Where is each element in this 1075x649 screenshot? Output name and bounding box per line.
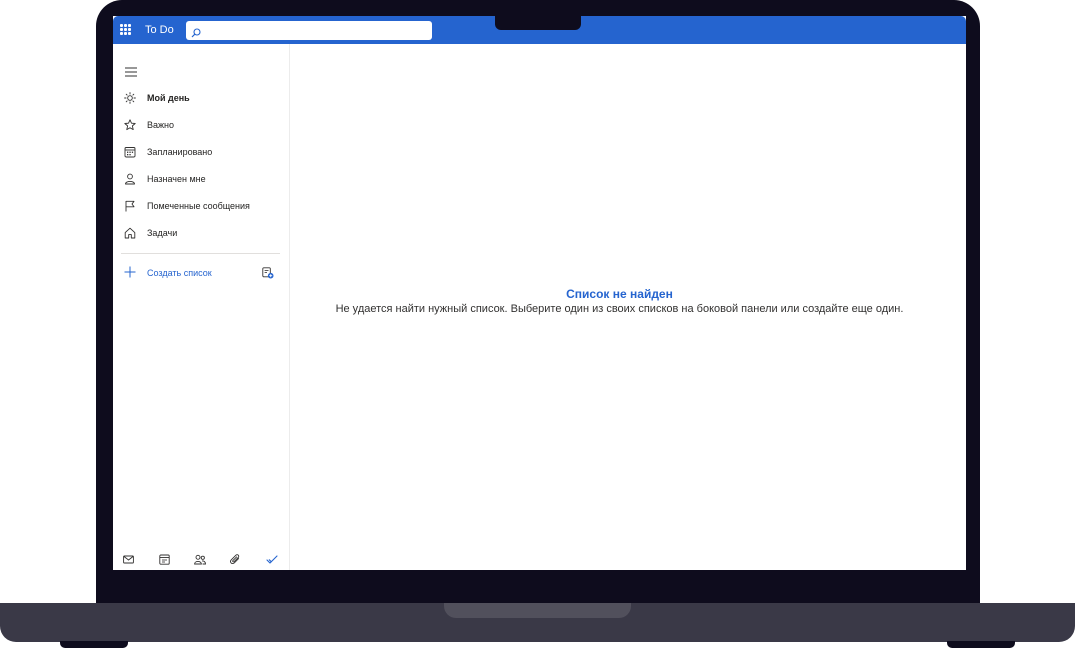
mail-icon[interactable]	[123, 552, 134, 570]
star-icon	[124, 119, 136, 131]
home-icon	[124, 227, 136, 239]
sidebar-divider	[121, 253, 280, 254]
sidebar-item-my-day[interactable]: Мой день	[113, 88, 289, 110]
laptop-base-notch	[444, 603, 631, 618]
sidebar-item-flagged-email[interactable]: Помеченные сообщения	[113, 196, 289, 218]
todo-check-icon[interactable]	[266, 552, 278, 570]
sidebar-item-label: Запланировано	[147, 147, 213, 157]
new-list-label: Создать список	[147, 268, 212, 278]
app-screen: To Do Мой день Важно Запланировано Назна…	[113, 16, 966, 570]
app-switcher-bar	[113, 548, 289, 570]
plus-icon	[124, 266, 136, 278]
new-group-icon[interactable]	[262, 266, 274, 284]
sidebar: Мой день Важно Запланировано Назначен мн…	[113, 44, 290, 570]
main-content: Список не найден Не удается найти нужный…	[290, 44, 966, 570]
sun-icon	[124, 92, 136, 104]
sidebar-item-label: Важно	[147, 120, 175, 130]
empty-state-title: Список не найден	[566, 287, 673, 301]
attachment-icon[interactable]	[230, 552, 241, 570]
laptop-foot-right	[947, 641, 1015, 648]
calendar-icon[interactable]	[159, 552, 170, 570]
sidebar-item-label: Мой день	[147, 93, 190, 103]
new-list-button[interactable]: Создать список	[113, 263, 263, 283]
search-box[interactable]	[186, 21, 432, 40]
sidebar-item-label: Задачи	[147, 228, 178, 238]
sidebar-item-planned[interactable]: Запланировано	[113, 142, 289, 164]
camera-notch	[495, 13, 581, 30]
empty-state-description: Не удается найти нужный список. Выберите…	[335, 303, 904, 315]
person-icon	[125, 173, 135, 185]
sidebar-item-assigned-to-me[interactable]: Назначен мне	[113, 169, 289, 191]
app-title[interactable]: To Do	[145, 24, 174, 36]
menu-toggle-icon[interactable]	[125, 64, 137, 82]
sidebar-item-important[interactable]: Важно	[113, 115, 289, 137]
app-launcher-icon[interactable]	[120, 24, 131, 35]
search-input[interactable]	[206, 23, 426, 38]
sidebar-item-tasks[interactable]: Задачи	[113, 223, 289, 245]
people-icon[interactable]	[194, 552, 206, 570]
sidebar-item-label: Назначен мне	[147, 174, 206, 184]
search-icon	[191, 25, 201, 43]
flag-icon	[125, 200, 135, 212]
sidebar-item-label: Помеченные сообщения	[147, 201, 250, 211]
calendar-icon	[124, 147, 136, 158]
laptop-foot-left	[60, 641, 128, 648]
